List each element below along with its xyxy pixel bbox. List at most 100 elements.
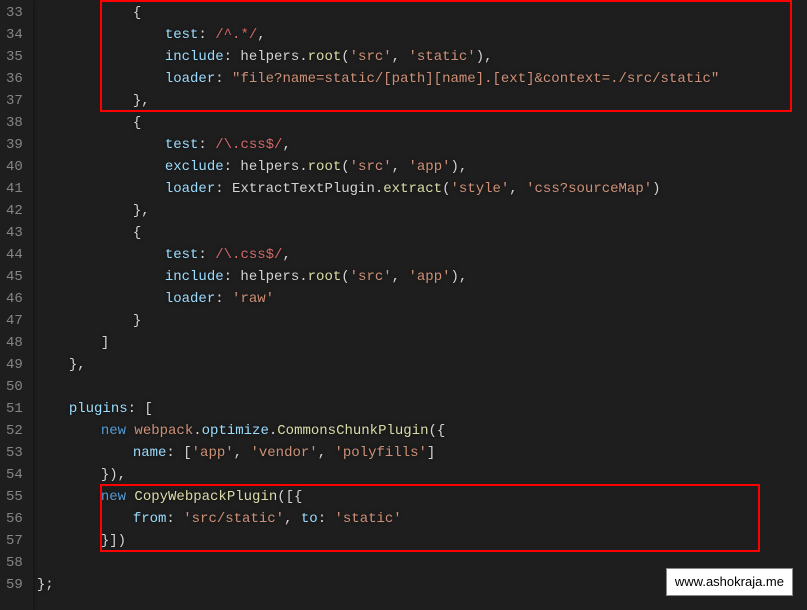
line-number: 48 [6,332,23,354]
code-token: : helpers. [224,269,308,285]
code-token: : [ [166,445,191,461]
code-editor[interactable]: 3334353637383940414243444546474849505152… [0,0,807,610]
code-line[interactable]: new webpack.optimize.CommonsChunkPlugin(… [33,420,807,442]
line-number: 33 [6,2,23,24]
code-token: 'static' [335,511,402,527]
code-token: }, [69,357,86,373]
code-token: loader [165,71,215,87]
code-line[interactable]: exclude: helpers.root('src', 'app'), [33,156,807,178]
code-line[interactable]: plugins: [ [33,398,807,420]
code-line[interactable]: include: helpers.root('src', 'app'), [33,266,807,288]
code-token: CopyWebpackPlugin [134,489,277,505]
code-line[interactable]: ] [33,332,807,354]
code-line[interactable]: }, [33,354,807,376]
line-number: 52 [6,420,23,442]
code-line[interactable]: from: 'src/static', to: 'static' [33,508,807,530]
code-token: ] [427,445,435,461]
code-token: , [318,445,335,461]
code-token: : ExtractTextPlugin. [215,181,383,197]
code-token: ] [101,335,109,351]
code-token: . [193,423,201,439]
code-token: CommonsChunkPlugin [277,423,428,439]
code-token: : [318,511,335,527]
code-line[interactable]: new CopyWebpackPlugin([{ [33,486,807,508]
line-number: 39 [6,134,23,156]
code-token: new [101,423,135,439]
code-line[interactable]: test: /\.css$/, [33,244,807,266]
code-token: new [101,489,135,505]
code-token: exclude [165,159,224,175]
code-line[interactable]: } [33,310,807,332]
code-token: : [198,247,215,263]
code-token: 'app' [192,445,234,461]
code-token: : [215,71,232,87]
code-line[interactable]: { [33,2,807,24]
code-token: include [165,49,224,65]
code-line[interactable] [33,376,807,398]
code-token: include [165,269,224,285]
code-token: , [284,511,301,527]
line-number: 41 [6,178,23,200]
code-token: /\.css$/ [215,137,282,153]
code-token: loader [165,181,215,197]
code-token: root [308,159,342,175]
code-token: : helpers. [224,49,308,65]
code-token: "file?name=static/[path][name].[ext]&con… [232,71,719,87]
code-line[interactable]: }]) [33,530,807,552]
line-number: 38 [6,112,23,134]
code-token: root [308,49,342,65]
code-token: extract [383,181,442,197]
code-token: { [133,115,141,131]
code-line[interactable]: loader: "file?name=static/[path][name].[… [33,68,807,90]
line-number: 59 [6,574,23,596]
code-line[interactable]: }, [33,90,807,112]
code-token: }, [133,93,150,109]
code-token: : [198,27,215,43]
code-token: 'css?sourceMap' [526,181,652,197]
watermark-label: www.ashokraja.me [666,568,793,596]
line-number: 45 [6,266,23,288]
line-number: 35 [6,46,23,68]
line-number: 40 [6,156,23,178]
code-token: , [392,49,409,65]
code-token: }; [37,577,54,593]
code-token: ( [341,269,349,285]
line-number: 49 [6,354,23,376]
code-line[interactable]: include: helpers.root('src', 'static'), [33,46,807,68]
code-line[interactable]: loader: 'raw' [33,288,807,310]
code-token: : [ [128,401,153,417]
code-line[interactable]: test: /\.css$/, [33,134,807,156]
code-token: ), [451,159,468,175]
line-number: 58 [6,552,23,574]
code-token: /\.css$/ [215,247,282,263]
line-number: 42 [6,200,23,222]
code-token: 'static' [408,49,475,65]
code-token: 'src' [350,159,392,175]
code-token: 'vendor' [250,445,317,461]
code-token: ), [476,49,493,65]
code-token: , [282,247,290,263]
code-token: 'src' [350,269,392,285]
code-line[interactable]: { [33,112,807,134]
code-line[interactable]: }, [33,200,807,222]
code-token: 'style' [450,181,509,197]
code-token: to [301,511,318,527]
line-number: 57 [6,530,23,552]
code-token: 'polyfills' [335,445,427,461]
code-token: , [392,269,409,285]
code-line[interactable]: test: /^.*/, [33,24,807,46]
code-token: ), [451,269,468,285]
code-line[interactable]: name: ['app', 'vendor', 'polyfills'] [33,442,807,464]
line-number: 46 [6,288,23,310]
code-token: 'app' [408,269,450,285]
code-token: webpack [134,423,193,439]
code-area[interactable]: {test: /^.*/,include: helpers.root('src'… [33,0,807,610]
code-token: 'app' [408,159,450,175]
code-line[interactable]: }), [33,464,807,486]
code-line[interactable]: loader: ExtractTextPlugin.extract('style… [33,178,807,200]
code-line[interactable]: { [33,222,807,244]
code-token: ([{ [277,489,302,505]
line-number: 47 [6,310,23,332]
line-number: 34 [6,24,23,46]
line-number: 56 [6,508,23,530]
